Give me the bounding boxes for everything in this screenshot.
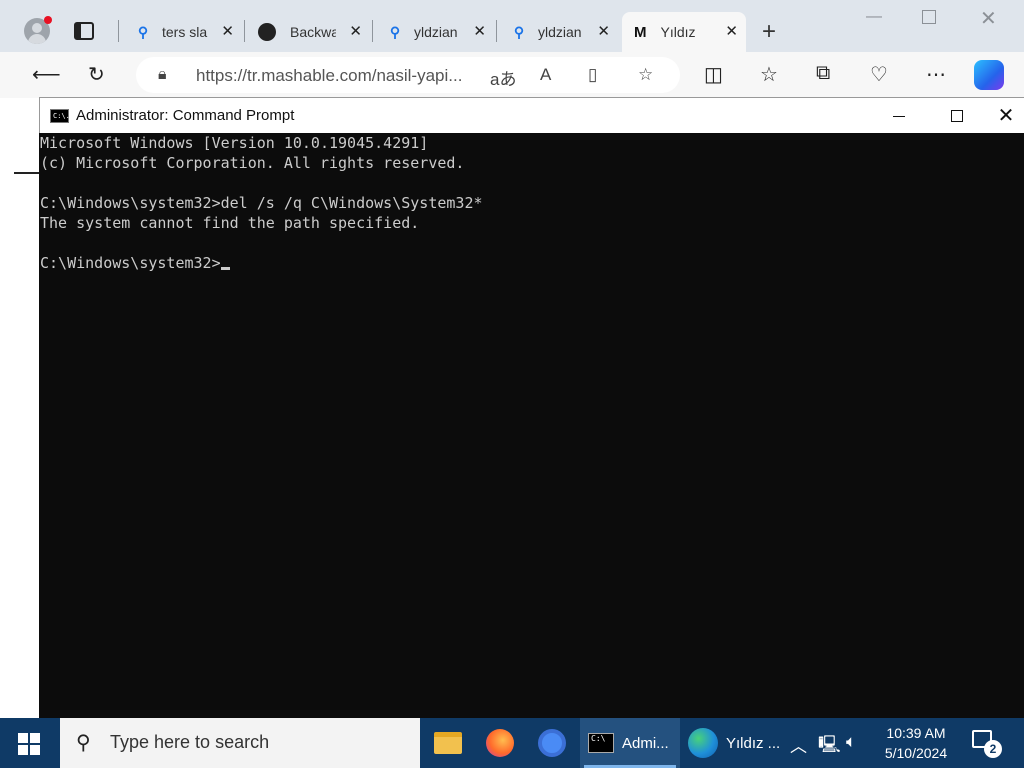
search-icon: ⚲ (76, 732, 91, 754)
tab-separator (244, 20, 245, 42)
back-arrow-icon[interactable]: ⟵ (32, 62, 61, 87)
edge-icon (688, 728, 718, 758)
cmd-icon: C:\ (588, 733, 614, 753)
console-prompt-line[interactable]: C:\Windows\system32> (40, 253, 1024, 273)
tab-title: ters sla (162, 24, 208, 40)
search-placeholder: Type here to search (110, 732, 270, 752)
close-icon[interactable]: ✕ (221, 22, 234, 40)
tab-title: yldzian (538, 24, 582, 40)
profile-notification-dot (44, 16, 52, 24)
clock-time: 10:39 AM (886, 725, 946, 741)
taskbar-app-cmd[interactable]: C:\ Admi... (580, 718, 680, 768)
taskbar-app-label: Admi... (622, 734, 669, 752)
close-icon[interactable]: ✕ (597, 22, 610, 40)
browser-toolbar: ⟵ ↻ 🔒︎ https://tr.mashable.com/nasil-yap… (0, 52, 1024, 98)
command-prompt-window[interactable]: C:\. Administrator: Command Prompt ✕ Mic… (39, 97, 1024, 718)
copilot-icon[interactable] (974, 60, 1004, 90)
search-icon: ⚲ (137, 23, 149, 40)
cmd-close-button[interactable]: ✕ (986, 98, 1024, 134)
volume-muted-icon[interactable]: 🔈︎ (846, 732, 856, 752)
console-output[interactable]: Microsoft Windows [Version 10.0.19045.42… (40, 133, 1024, 718)
chromium-icon (538, 729, 566, 757)
close-icon[interactable]: ✕ (980, 6, 997, 31)
console-prompt: C:\Windows\system32> (40, 254, 221, 272)
tab-title: Backwa (290, 24, 336, 40)
minimize-icon[interactable]: — (866, 8, 882, 26)
immersive-reader-icon[interactable]: ▯ (588, 65, 597, 85)
clock-date: 5/10/2024 (884, 745, 948, 761)
text-cursor (220, 267, 230, 270)
mashable-icon: M (634, 23, 647, 41)
browser-tab-active[interactable]: M Yıldız ✕ (622, 12, 746, 52)
browser-essentials-icon[interactable]: ♡ (870, 62, 888, 87)
browser-tab[interactable]: ⚲ yldzian ✕ (386, 12, 494, 52)
close-icon: ✕ (997, 105, 1015, 127)
favorites-icon[interactable]: ☆ (760, 62, 778, 87)
cmd-maximize-button[interactable] (928, 98, 986, 134)
folder-icon (434, 732, 462, 754)
tab-strip: ⚲ ters sla ✕ Backwa ✕ ⚲ yldzian ✕ ⚲ yldz… (0, 0, 1024, 52)
avatar-head-shape (32, 23, 42, 33)
tab-separator (118, 20, 119, 42)
taskbar-app-edge[interactable]: Yıldız ... (684, 718, 784, 768)
system-clock[interactable]: 10:39 AM 5/10/2024 (876, 723, 956, 763)
taskbar-search-box[interactable]: ⚲ Type here to search (60, 718, 420, 768)
url-text[interactable]: https://tr.mashable.com/nasil-yapi... (196, 66, 462, 86)
cmd-titlebar[interactable]: C:\. Administrator: Command Prompt ✕ (39, 97, 1024, 133)
search-icon: ⚲ (513, 23, 525, 40)
favorite-star-icon[interactable]: ☆ (638, 65, 653, 85)
search-icon: ⚲ (389, 23, 401, 40)
taskbar: ⚲ Type here to search C:\ Admi... Yıldız… (0, 718, 1024, 768)
close-icon[interactable]: ✕ (725, 22, 738, 40)
browser-tab[interactable]: Backwa ✕ (258, 12, 370, 52)
start-tile (30, 745, 40, 755)
tab-separator (496, 20, 497, 42)
file-explorer-button[interactable] (434, 718, 464, 768)
browser-tab[interactable]: ⚲ yldzian ✕ (510, 12, 618, 52)
page-divider (14, 172, 40, 174)
console-line: Microsoft Windows [Version 10.0.19045.42… (40, 134, 429, 152)
firefox-icon (486, 729, 514, 757)
close-icon[interactable]: ✕ (349, 22, 362, 40)
cmd-window-title: Administrator: Command Prompt (76, 107, 295, 124)
network-icon[interactable]: 🖳︎ (818, 732, 841, 761)
tab-actions-icon[interactable] (74, 22, 94, 40)
start-tile (30, 733, 40, 743)
tab-separator (372, 20, 373, 42)
chromium-button[interactable] (538, 718, 568, 768)
console-line: C:\Windows\system32>del /s /q C\Windows\… (40, 194, 483, 212)
taskbar-app-label: Yıldız ... (726, 734, 781, 752)
start-tile (18, 733, 28, 743)
address-bar[interactable]: 🔒︎ https://tr.mashable.com/nasil-yapi...… (136, 57, 680, 93)
tab-title: Yıldız (660, 24, 696, 40)
firefox-button[interactable] (486, 718, 516, 768)
minimize-icon (893, 115, 905, 117)
github-icon (258, 23, 276, 41)
tab-title: yldzian (414, 24, 458, 40)
avatar-body-shape (28, 34, 46, 44)
lock-icon[interactable]: 🔒︎ (158, 66, 167, 84)
close-icon[interactable]: ✕ (473, 22, 486, 40)
read-aloud-icon[interactable]: A (540, 65, 551, 85)
cmd-app-icon: C:\. (50, 109, 70, 123)
cmd-minimize-button[interactable] (870, 98, 928, 134)
windows-start-icon[interactable] (18, 733, 40, 755)
chevron-up-icon[interactable]: ︿ (790, 732, 807, 757)
split-screen-icon[interactable]: ◫ (704, 62, 723, 87)
new-tab-icon[interactable]: + (762, 18, 776, 46)
browser-tab[interactable]: ⚲ ters sla ✕ (134, 12, 242, 52)
maximize-icon[interactable] (922, 10, 936, 24)
collections-icon[interactable]: ⧉ (816, 62, 830, 85)
console-line: The system cannot find the path specifie… (40, 214, 420, 232)
start-tile (18, 745, 28, 755)
console-line: (c) Microsoft Corporation. All rights re… (40, 154, 465, 172)
maximize-icon (951, 110, 963, 122)
translate-icon[interactable]: aあ (490, 65, 516, 90)
refresh-icon[interactable]: ↻ (88, 62, 105, 87)
more-options-icon[interactable]: ⋯ (926, 62, 946, 87)
notification-count-badge: 2 (984, 740, 1002, 758)
